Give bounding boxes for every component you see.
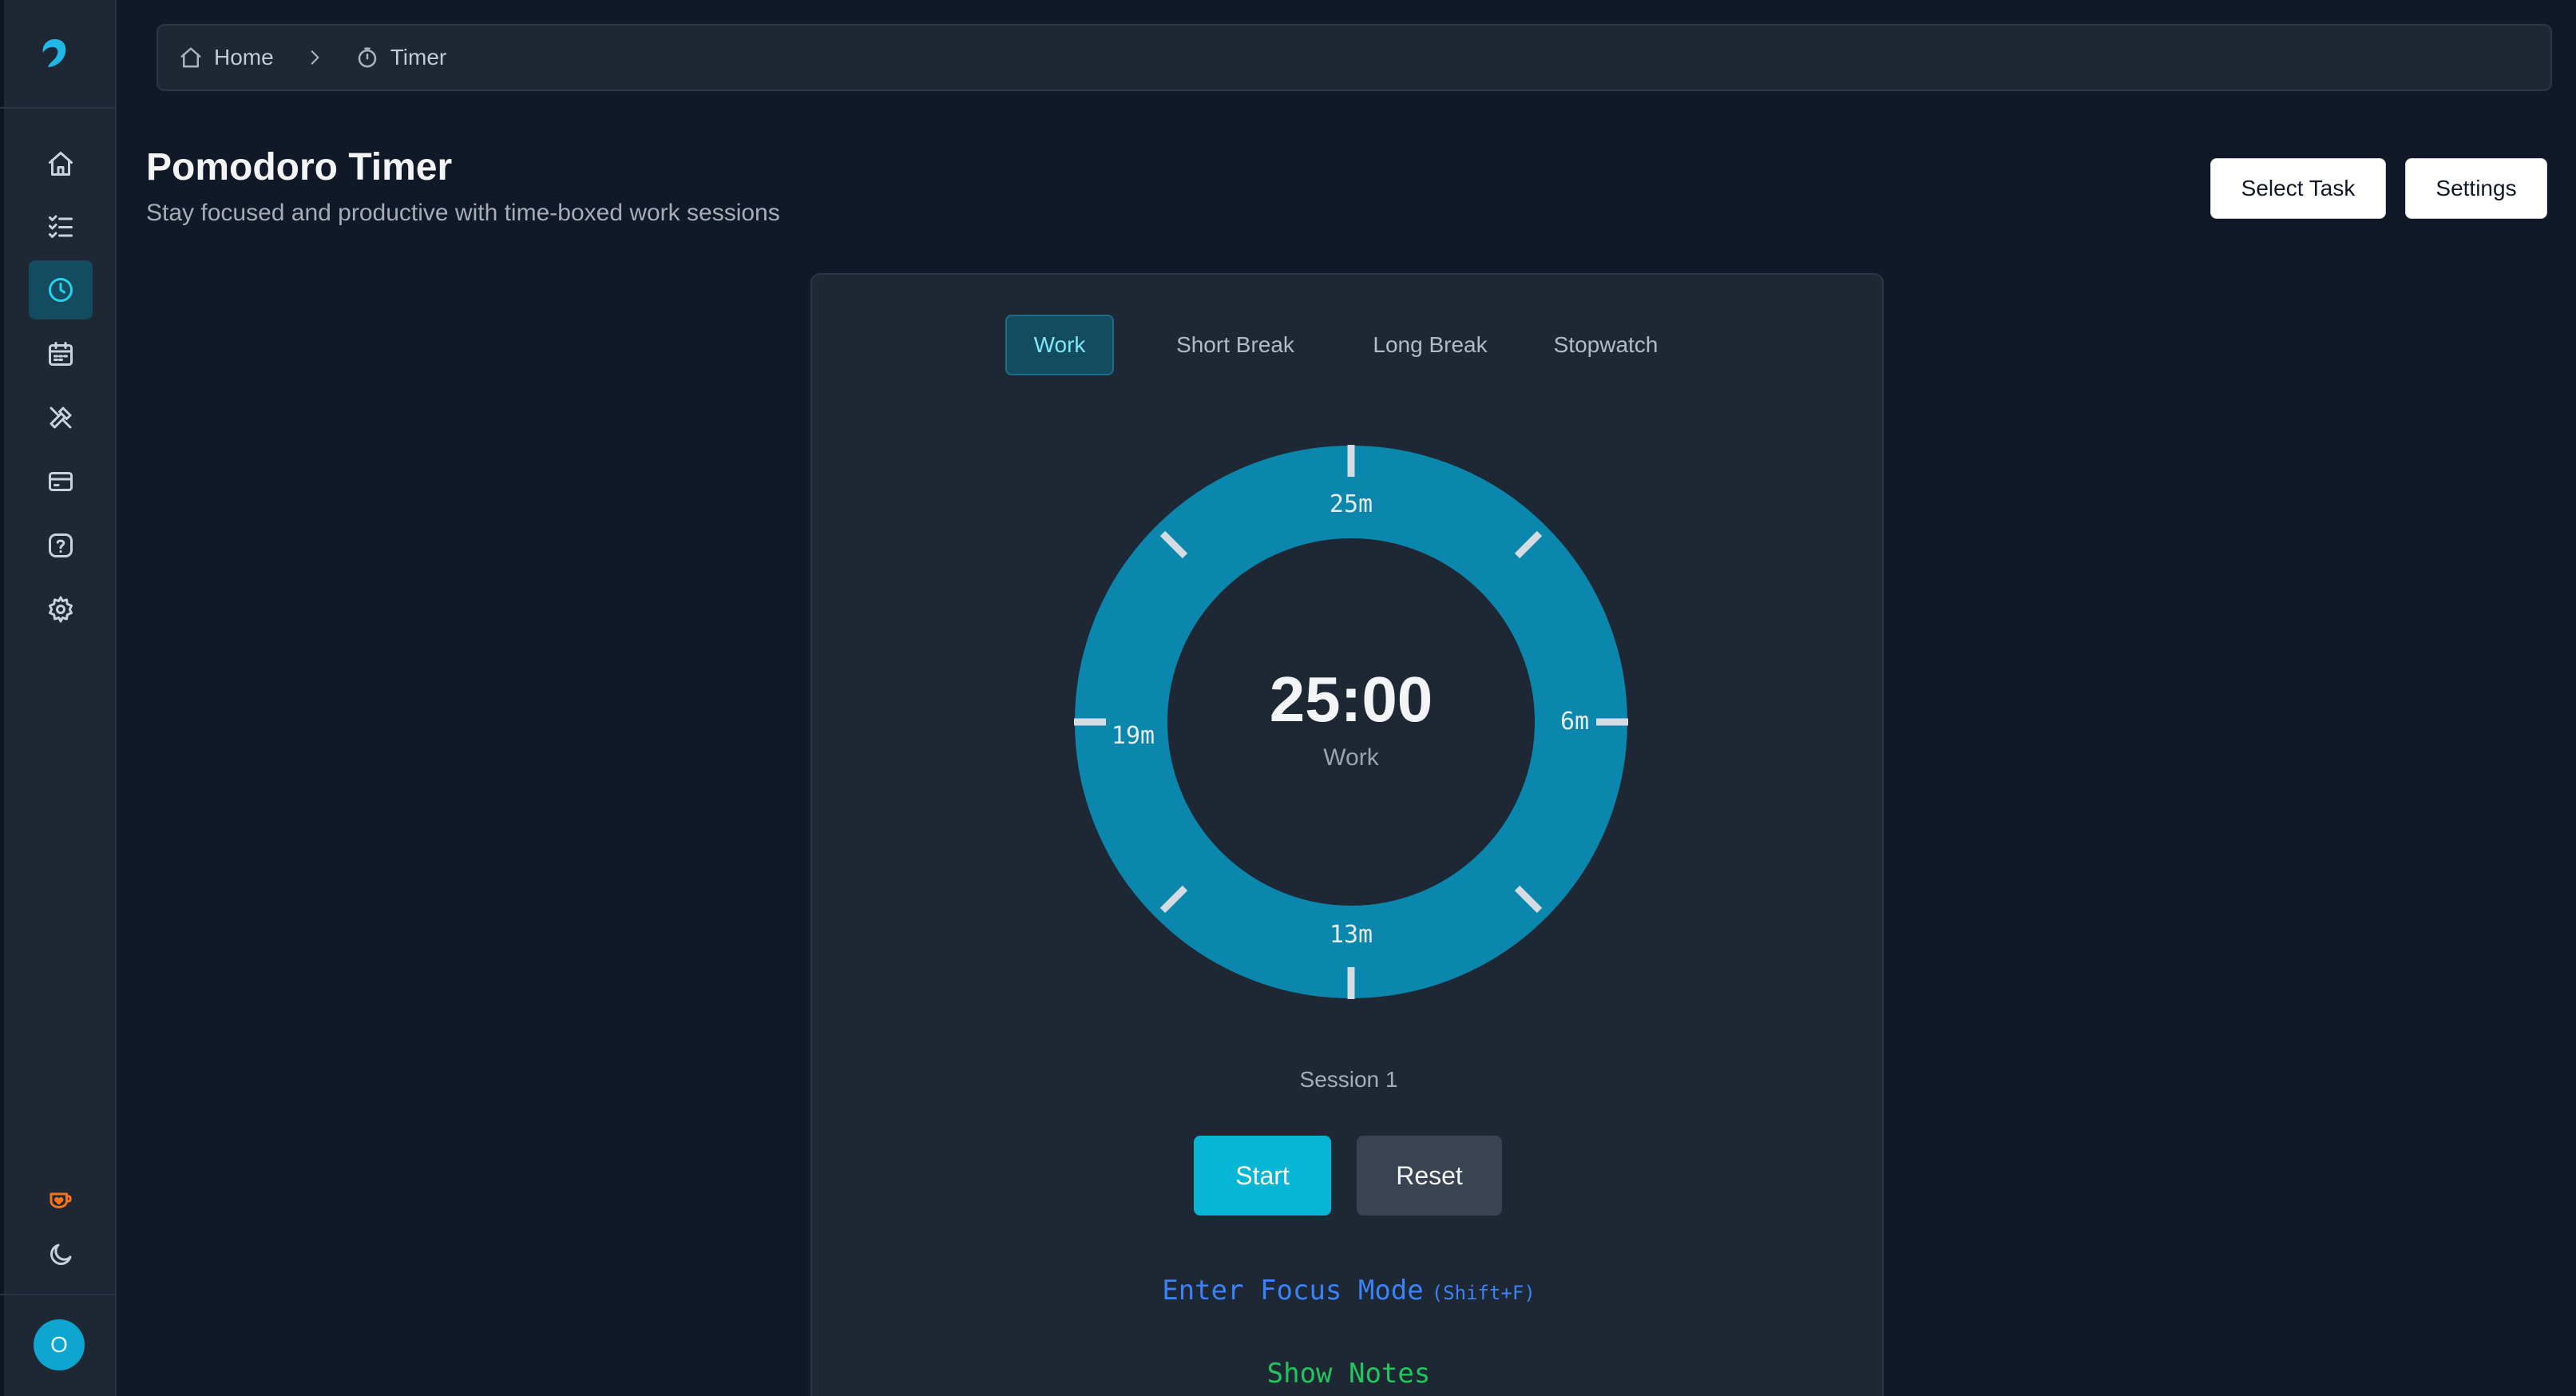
home-icon — [180, 47, 201, 68]
page-subtitle: Stay focused and productive with time-bo… — [146, 200, 780, 226]
tab-stopwatch[interactable]: Stopwatch — [1536, 315, 1676, 375]
timer-ring: 25m 6m 13m 19m 25:00 Work — [1072, 442, 1631, 1001]
gear-icon — [49, 596, 73, 623]
timer-card: Work Short Break Long Break Stopwatch 25… — [810, 273, 1884, 1396]
focus-mode-shortcut: (Shift+F) — [1431, 1282, 1536, 1304]
page-title: Pomodoro Timer — [146, 146, 453, 188]
focus-mode-label: Enter Focus Mode — [1162, 1275, 1424, 1307]
coffee-heart-icon — [50, 1192, 72, 1208]
theme-toggle[interactable] — [29, 1225, 93, 1284]
breadcrumb-home[interactable]: Home — [179, 45, 274, 70]
focus-mode-link[interactable]: Enter Focus Mode (Shift+F) — [812, 1275, 1885, 1307]
breadcrumb-home-label: Home — [214, 45, 274, 69]
nav-support[interactable] — [29, 1169, 93, 1228]
app-logo-icon[interactable] — [37, 35, 73, 72]
nav-help[interactable] — [29, 516, 93, 575]
chevron-right-icon — [311, 50, 319, 65]
calendar-icon — [49, 342, 73, 366]
breadcrumb: Home Timer — [157, 24, 2552, 91]
nav-tools[interactable] — [29, 388, 93, 447]
window-edge — [0, 0, 4, 1396]
nav-calendar[interactable] — [29, 324, 93, 383]
tab-work[interactable]: Work — [1005, 315, 1114, 375]
start-button[interactable]: Start — [1194, 1136, 1331, 1216]
nav-home[interactable] — [29, 134, 93, 193]
session-label: Session 1 — [1299, 1067, 1398, 1092]
card-icon — [49, 472, 73, 491]
tab-short-break[interactable]: Short Break — [1141, 315, 1330, 375]
nav-settings[interactable] — [29, 580, 93, 639]
timer-mode-label: Work — [1323, 744, 1379, 771]
settings-button[interactable]: Settings — [2405, 158, 2547, 219]
help-icon — [49, 533, 73, 557]
reset-button[interactable]: Reset — [1357, 1136, 1502, 1216]
breadcrumb-current-label: Timer — [390, 45, 447, 69]
tools-icon — [50, 407, 72, 429]
show-notes-link[interactable]: Show Notes — [812, 1358, 1885, 1390]
sidebar: O — [0, 0, 117, 1396]
sidebar-divider — [0, 1294, 117, 1295]
nav-billing[interactable] — [29, 452, 93, 511]
ring-label-25m: 25m — [1330, 490, 1373, 518]
tab-long-break[interactable]: Long Break — [1355, 315, 1505, 375]
sidebar-divider — [0, 107, 117, 109]
ring-label-13m: 13m — [1330, 921, 1373, 949]
select-task-button[interactable]: Select Task — [2210, 158, 2386, 219]
moon-icon — [50, 1243, 72, 1265]
home-icon — [49, 152, 73, 176]
nav-timer[interactable] — [29, 260, 93, 319]
time-display: 25:00 — [1269, 664, 1433, 735]
avatar[interactable]: O — [34, 1319, 85, 1370]
breadcrumb-current: Timer — [355, 45, 447, 70]
clock-icon — [49, 278, 73, 302]
nav-tasks[interactable] — [29, 196, 93, 256]
stopwatch-icon — [358, 47, 376, 68]
tasks-icon — [49, 215, 73, 238]
